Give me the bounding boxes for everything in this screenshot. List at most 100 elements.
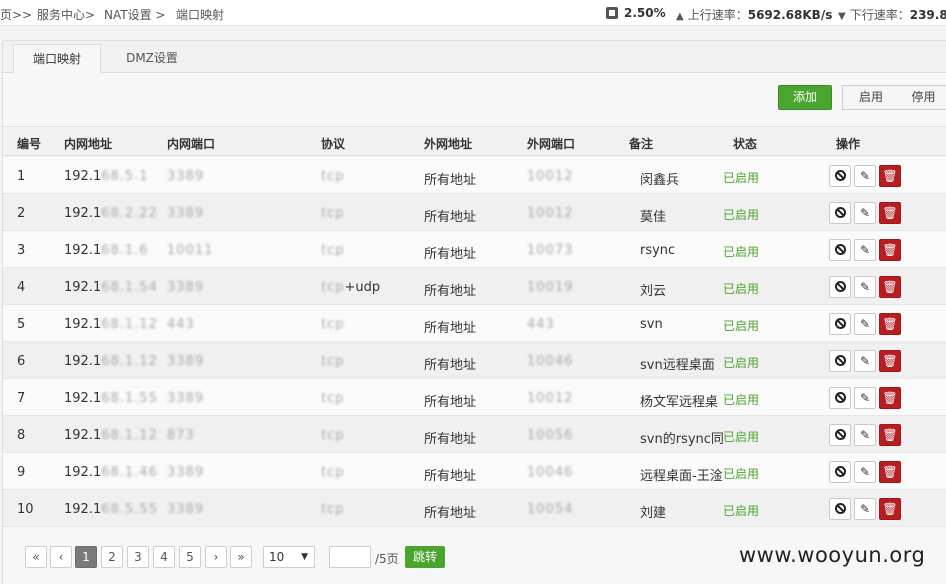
breadcrumb-service[interactable]: 服务中心> (37, 6, 95, 23)
trash-icon: 🗑 (882, 169, 898, 183)
delete-row-button[interactable]: 🗑 (879, 276, 901, 298)
disable-row-button[interactable] (829, 276, 851, 298)
cell-no: 5 (17, 317, 26, 332)
cell-lan-port: 3389 (167, 502, 205, 517)
pencil-icon: ✎ (859, 465, 871, 479)
disable-row-button[interactable] (829, 461, 851, 483)
cell-no: 9 (17, 465, 26, 480)
edit-row-button[interactable]: ✎ (854, 165, 876, 187)
ban-icon (834, 207, 846, 218)
disable-row-button[interactable] (829, 498, 851, 520)
edit-row-button[interactable]: ✎ (854, 461, 876, 483)
cell-no: 7 (17, 391, 26, 406)
upload-arrow-icon: ▲ (676, 11, 684, 22)
trash-icon: 🗑 (882, 502, 898, 516)
delete-row-button[interactable]: 🗑 (879, 498, 901, 520)
cell-wan-port: 10012 (527, 391, 574, 406)
disable-row-button[interactable] (829, 350, 851, 372)
disable-row-button[interactable] (829, 313, 851, 335)
delete-row-button[interactable]: 🗑 (879, 239, 901, 261)
th-wan-port: 外网端口 (527, 137, 576, 151)
status-badge: 已启用 (723, 467, 760, 481)
edit-row-button[interactable]: ✎ (854, 202, 876, 224)
page-4-button[interactable]: 4 (153, 546, 175, 568)
proto-suffix: +udp (344, 280, 381, 295)
disable-row-button[interactable] (829, 165, 851, 187)
lan-ip-masked: 68.5.1 (101, 169, 149, 184)
table-row: 10 192.168.5.55 3389 tcp 所有地址 10054 刘建 已启用 ✎ 🗑 (3, 490, 946, 527)
cell-no: 6 (17, 354, 26, 369)
status-badge: 已启用 (723, 393, 760, 407)
jump-button[interactable]: 跳转 (405, 546, 445, 568)
disable-row-button[interactable] (829, 239, 851, 261)
cpu-icon (606, 7, 618, 19)
next-page-button[interactable]: › (205, 546, 227, 568)
cell-wan-ip: 所有地址 (424, 395, 477, 410)
cell-lan-port: 10011 (167, 243, 214, 258)
enable-button[interactable]: 启用 (842, 85, 900, 110)
page-5-button[interactable]: 5 (179, 546, 201, 568)
cell-note: svn的rsync同 (640, 432, 723, 447)
disable-row-button[interactable] (829, 202, 851, 224)
table-row: 8 192.168.1.12 873 tcp 所有地址 10056 svn的rsync同 已启… (3, 416, 946, 453)
lan-ip-masked: 68.2.22 (101, 206, 158, 221)
status-badge: 已启用 (723, 208, 760, 222)
page-3-button[interactable]: 3 (127, 546, 149, 568)
cell-lan-port: 3389 (167, 169, 205, 184)
delete-row-button[interactable]: 🗑 (879, 387, 901, 409)
cell-lan-port: 3389 (167, 206, 205, 221)
status-badge: 已启用 (723, 319, 760, 333)
delete-row-button[interactable]: 🗑 (879, 461, 901, 483)
edit-row-button[interactable]: ✎ (854, 276, 876, 298)
pencil-icon: ✎ (859, 354, 871, 368)
ban-icon (834, 244, 846, 255)
delete-row-button[interactable]: 🗑 (879, 313, 901, 335)
page-size-select[interactable]: 10 ▼ (263, 546, 315, 568)
lan-ip-masked: 68.1.54 (101, 280, 158, 295)
delete-row-button[interactable]: 🗑 (879, 350, 901, 372)
cell-note: 刘云 (640, 284, 667, 299)
first-page-button[interactable]: « (25, 546, 47, 568)
edit-row-button[interactable]: ✎ (854, 313, 876, 335)
cell-no: 4 (17, 280, 26, 295)
disable-button[interactable]: 停用 (899, 85, 946, 110)
last-page-button[interactable]: » (230, 546, 252, 568)
cell-wan-port: 10056 (527, 428, 574, 443)
proto-masked: tcp (321, 391, 345, 406)
download-rate: ▼ 下行速率：239.8 (838, 6, 946, 23)
delete-row-button[interactable]: 🗑 (879, 424, 901, 446)
lan-ip-masked: 68.1.6 (101, 243, 149, 258)
page-1-button[interactable]: 1 (75, 546, 97, 568)
prev-page-button[interactable]: ‹ (50, 546, 72, 568)
cell-proto: tcp (321, 317, 345, 332)
breadcrumb-nat[interactable]: NAT设置 > (104, 6, 165, 23)
pencil-icon: ✎ (859, 428, 871, 442)
table-row: 5 192.168.1.12 443 tcp 所有地址 443 svn 已启用 ✎ 🗑 (3, 305, 946, 342)
delete-row-button[interactable]: 🗑 (879, 202, 901, 224)
lan-ip-prefix: 192.1 (64, 354, 102, 369)
breadcrumb-home[interactable]: 页>> (0, 6, 32, 23)
edit-row-button[interactable]: ✎ (854, 424, 876, 446)
add-button[interactable]: 添加 (778, 85, 832, 110)
page-jump-input[interactable] (329, 546, 371, 568)
main-panel: 端口映射 DMZ设置 添加 启用 停用 编号 内网地址 内网端口 协议 外网地址… (2, 40, 946, 584)
disable-row-button[interactable] (829, 424, 851, 446)
download-value: 239.8 (909, 8, 946, 22)
cell-no: 1 (17, 169, 26, 184)
tab-dmz[interactable]: DMZ设置 (107, 44, 197, 74)
cell-note: 杨文军远程桌 (640, 395, 719, 410)
page-2-button[interactable]: 2 (101, 546, 123, 568)
tab-port-mapping[interactable]: 端口映射 (13, 44, 101, 74)
edit-row-button[interactable]: ✎ (854, 239, 876, 261)
th-proto: 协议 (321, 137, 346, 151)
edit-row-button[interactable]: ✎ (854, 498, 876, 520)
proto-masked: tcp (321, 465, 345, 480)
edit-row-button[interactable]: ✎ (854, 387, 876, 409)
disable-row-button[interactable] (829, 387, 851, 409)
lan-ip-prefix: 192.1 (64, 465, 102, 480)
edit-row-button[interactable]: ✎ (854, 350, 876, 372)
proto-masked: tcp (321, 354, 345, 369)
cell-wan-port: 10019 (527, 280, 574, 295)
delete-row-button[interactable]: 🗑 (879, 165, 901, 187)
trash-icon: 🗑 (882, 243, 898, 257)
